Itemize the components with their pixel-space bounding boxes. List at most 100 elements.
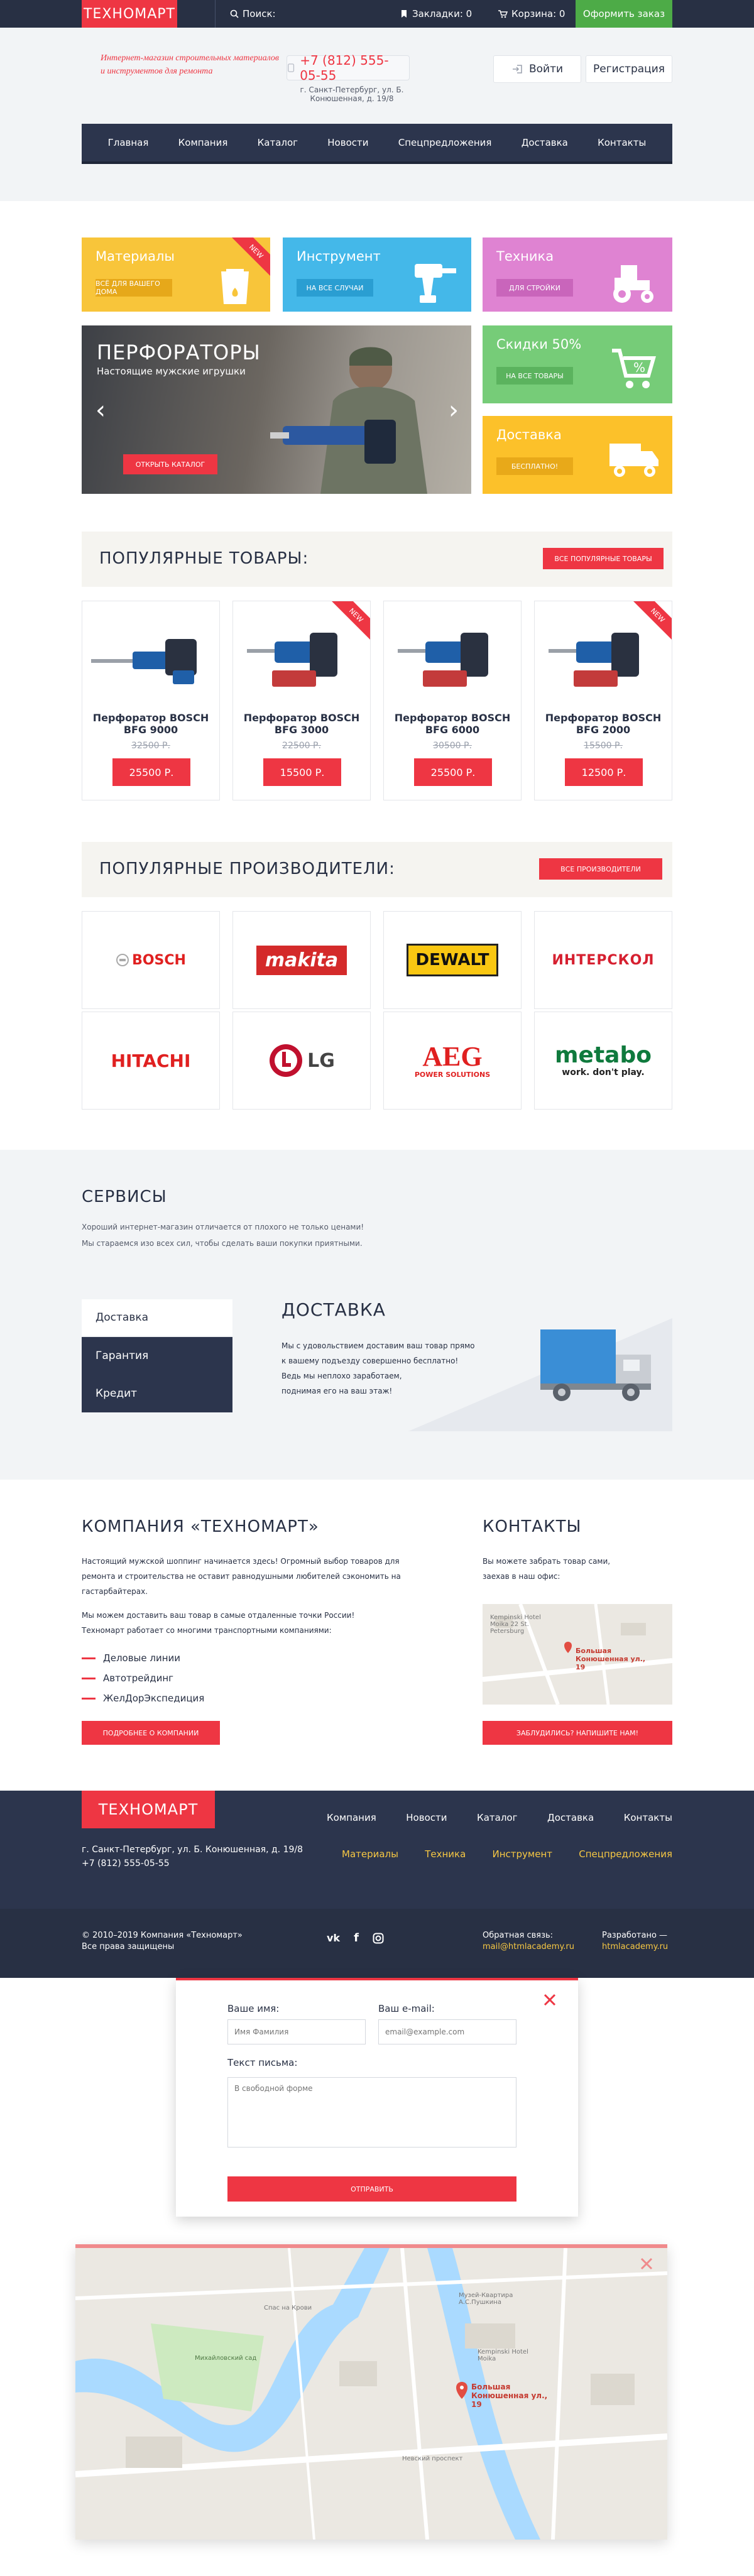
brand-makita[interactable]: makita [232, 911, 371, 1009]
tile-tools[interactable]: Инструмент НА ВСЕ СЛУЧАИ [283, 237, 471, 312]
contacts-text-line: заехав в наш офис: [483, 1572, 560, 1581]
nav-item-delivery[interactable]: Доставка [522, 137, 568, 148]
tile-materials-button[interactable]: ВСЁ ДЛЯ ВАШЕГО ДОМА [96, 279, 172, 297]
lg-logo-icon [270, 1044, 303, 1077]
login-button[interactable]: Войти [493, 55, 581, 83]
close-icon[interactable] [640, 2257, 653, 2271]
submit-button[interactable]: ОТПРАВИТЬ [227, 2176, 516, 2202]
tile-materials[interactable]: Материалы ВСЁ ДЛЯ ВАШЕГО ДОМА NEW [82, 237, 270, 312]
footer-nav-item[interactable]: Новости [406, 1812, 447, 1823]
phone-box[interactable]: +7 (812) 555-05-55 [287, 53, 410, 83]
developer-label: Разработано — [602, 1931, 668, 1940]
hammer-drill-image [398, 633, 488, 687]
email-input[interactable] [378, 2019, 516, 2044]
nav-item-catalog[interactable]: Каталог [258, 137, 298, 148]
footer-nav-item[interactable]: Доставка [547, 1812, 594, 1823]
logo[interactable]: ТЕХНОМАРТ [82, 0, 177, 28]
footer-nav-item[interactable]: Каталог [477, 1812, 517, 1823]
footer-logo[interactable]: ТЕХНОМАРТ [82, 1791, 215, 1828]
message-textarea[interactable] [227, 2077, 516, 2148]
slider-next-arrow[interactable]: › [449, 396, 459, 425]
search-link[interactable]: Поиск: [230, 0, 276, 28]
brand-metabo[interactable]: metabo work. don't play. [534, 1012, 672, 1110]
top-bar: ТЕХНОМАРТ Поиск: Закладки: 0 Корзина: 0 … [0, 0, 754, 28]
all-brands-button[interactable]: ВСЕ ПРОИЗВОДИТЕЛИ [539, 858, 662, 880]
services-tab-warranty[interactable]: Гарантия [82, 1337, 232, 1375]
tile-discounts-title: Скидки 50% [496, 337, 582, 352]
search-icon [230, 9, 239, 18]
brand-interskol[interactable]: ИНТЕРСКОЛ [534, 911, 672, 1009]
brand-hitachi[interactable]: HITACHI [82, 1012, 220, 1110]
slider-catalog-button[interactable]: ОТКРЫТЬ КАТАЛОГ [123, 454, 217, 474]
brand-lg[interactable]: LG [232, 1012, 371, 1110]
services-tab-credit[interactable]: Кредит [82, 1375, 232, 1412]
instagram-icon[interactable] [373, 1933, 384, 1944]
cart-icon [498, 10, 508, 18]
brand-name: metabo [555, 1042, 652, 1068]
footer-cat-item[interactable]: Спецпредложения [579, 1848, 672, 1860]
product-name: Перфоратор BOSCH BFG 2000 [535, 712, 672, 736]
product-name: Перфоратор BOSCH BFG 9000 [82, 712, 219, 736]
name-input[interactable] [227, 2019, 366, 2044]
nav-item-contacts[interactable]: Контакты [598, 137, 646, 148]
services-section: СЕРВИСЫ Хороший интернет-магазин отличае… [0, 1150, 754, 1480]
cart-link[interactable]: Корзина: 0 [498, 0, 565, 28]
contacts-map[interactable]: Kempinski Hotel Moika 22 St. Petersburg … [483, 1604, 672, 1705]
footer-nav-item[interactable]: Компания [327, 1812, 376, 1823]
company-text-line: Мы можем доставить ваш товар в самые отд… [82, 1611, 355, 1620]
tile-tools-button[interactable]: НА ВСЕ СЛУЧАИ [297, 279, 373, 297]
footer-address: г. Санкт-Петербург, ул. Б. Конюшенная, д… [82, 1845, 303, 1855]
close-icon[interactable] [543, 1993, 557, 2007]
bookmarks-link[interactable]: Закладки: 0 [400, 0, 472, 28]
slider-prev-arrow[interactable]: ‹ [96, 396, 106, 425]
product-price-button[interactable]: 25500 Р. [414, 758, 492, 786]
vk-icon[interactable]: vk [327, 1932, 340, 1944]
write-us-button[interactable]: ЗАБЛУДИЛИСЬ? НАПИШИТЕ НАМ! [483, 1721, 672, 1745]
header-address: г. Санкт-Петербург, ул. Б. Конюшенная, д… [300, 85, 404, 103]
drill-icon [415, 264, 456, 303]
nav-item-home[interactable]: Главная [108, 137, 149, 148]
brand-bosch[interactable]: BOSCH [82, 911, 220, 1009]
tile-delivery[interactable]: Доставка БЕСПЛАТНО! [483, 416, 672, 494]
footer-cat-item[interactable]: Материалы [342, 1848, 398, 1860]
all-popular-button[interactable]: ВСЕ ПОПУЛЯРНЫЕ ТОВАРЫ [543, 548, 664, 569]
nav-item-offers[interactable]: Спецпредложения [398, 137, 492, 148]
brand-dewalt[interactable]: DEWALT [383, 911, 522, 1009]
map-place-label: Большая Конюшенная ул., 19 [471, 2382, 548, 2409]
product-price-button[interactable]: 15500 Р. [263, 758, 341, 786]
tile-machinery-button[interactable]: ДЛЯ СТРОЙКИ [496, 279, 573, 297]
order-button[interactable]: Оформить заказ [576, 0, 672, 28]
bookmarks-label: Закладки: 0 [412, 8, 473, 19]
phone-icon [288, 63, 295, 72]
product-price-button[interactable]: 12500 Р. [565, 758, 643, 786]
brand-name: BOSCH [132, 952, 186, 968]
product-old-price: 32500 Р. [131, 741, 170, 751]
product-card[interactable]: NEW Перфоратор BOSCH BFG 3000 22500 Р. 15… [232, 601, 371, 800]
services-tab-delivery[interactable]: Доставка [82, 1299, 232, 1336]
nav-item-news[interactable]: Новости [327, 137, 368, 148]
product-price-button[interactable]: 25500 Р. [112, 758, 190, 786]
about-company-button[interactable]: ПОДРОБНЕЕ О КОМПАНИИ [82, 1721, 220, 1745]
developer-link[interactable]: htmlacademy.ru [602, 1941, 668, 1953]
facebook-icon[interactable]: f [354, 1931, 359, 1945]
footer-cat-item[interactable]: Техника [425, 1848, 466, 1860]
tile-discounts[interactable]: Скидки 50% НА ВСЕ ТОВАРЫ % [483, 325, 672, 403]
register-button[interactable]: Регистрация [586, 55, 672, 83]
tile-discounts-button[interactable]: НА ВСЕ ТОВАРЫ [496, 367, 573, 385]
tractor-icon [613, 265, 653, 303]
tile-machinery[interactable]: Техника ДЛЯ СТРОЙКИ [483, 237, 672, 312]
feedback-email-link[interactable]: mail@htmlacademy.ru [483, 1941, 574, 1953]
tile-delivery-button[interactable]: БЕСПЛАТНО! [496, 457, 573, 475]
product-card[interactable]: Перфоратор BOSCH BFG 6000 30500 Р. 25500 … [383, 601, 522, 800]
map-modal[interactable]: Большая Конюшенная ул., 19 Музей-Квартир… [75, 2244, 667, 2540]
brands-title: ПОПУЛЯРНЫЕ ПРОИЗВОДИТЕЛИ: [99, 860, 395, 878]
bookmark-icon [402, 10, 407, 18]
footer-cat-item[interactable]: Инструмент [493, 1848, 553, 1860]
footer-nav-item[interactable]: Контакты [624, 1812, 672, 1823]
nav-item-company[interactable]: Компания [178, 137, 228, 148]
phone-number: +7 (812) 555-05-55 [300, 53, 389, 83]
product-card[interactable]: NEW Перфоратор BOSCH BFG 2000 15500 Р. 12… [534, 601, 672, 800]
product-card[interactable]: Перфоратор BOSCH BFG 9000 32500 Р. 25500 … [82, 601, 220, 800]
copyright-line: Все права защищены [82, 1942, 175, 1951]
brand-aeg[interactable]: AEG POWER SOLUTIONS [383, 1012, 522, 1110]
